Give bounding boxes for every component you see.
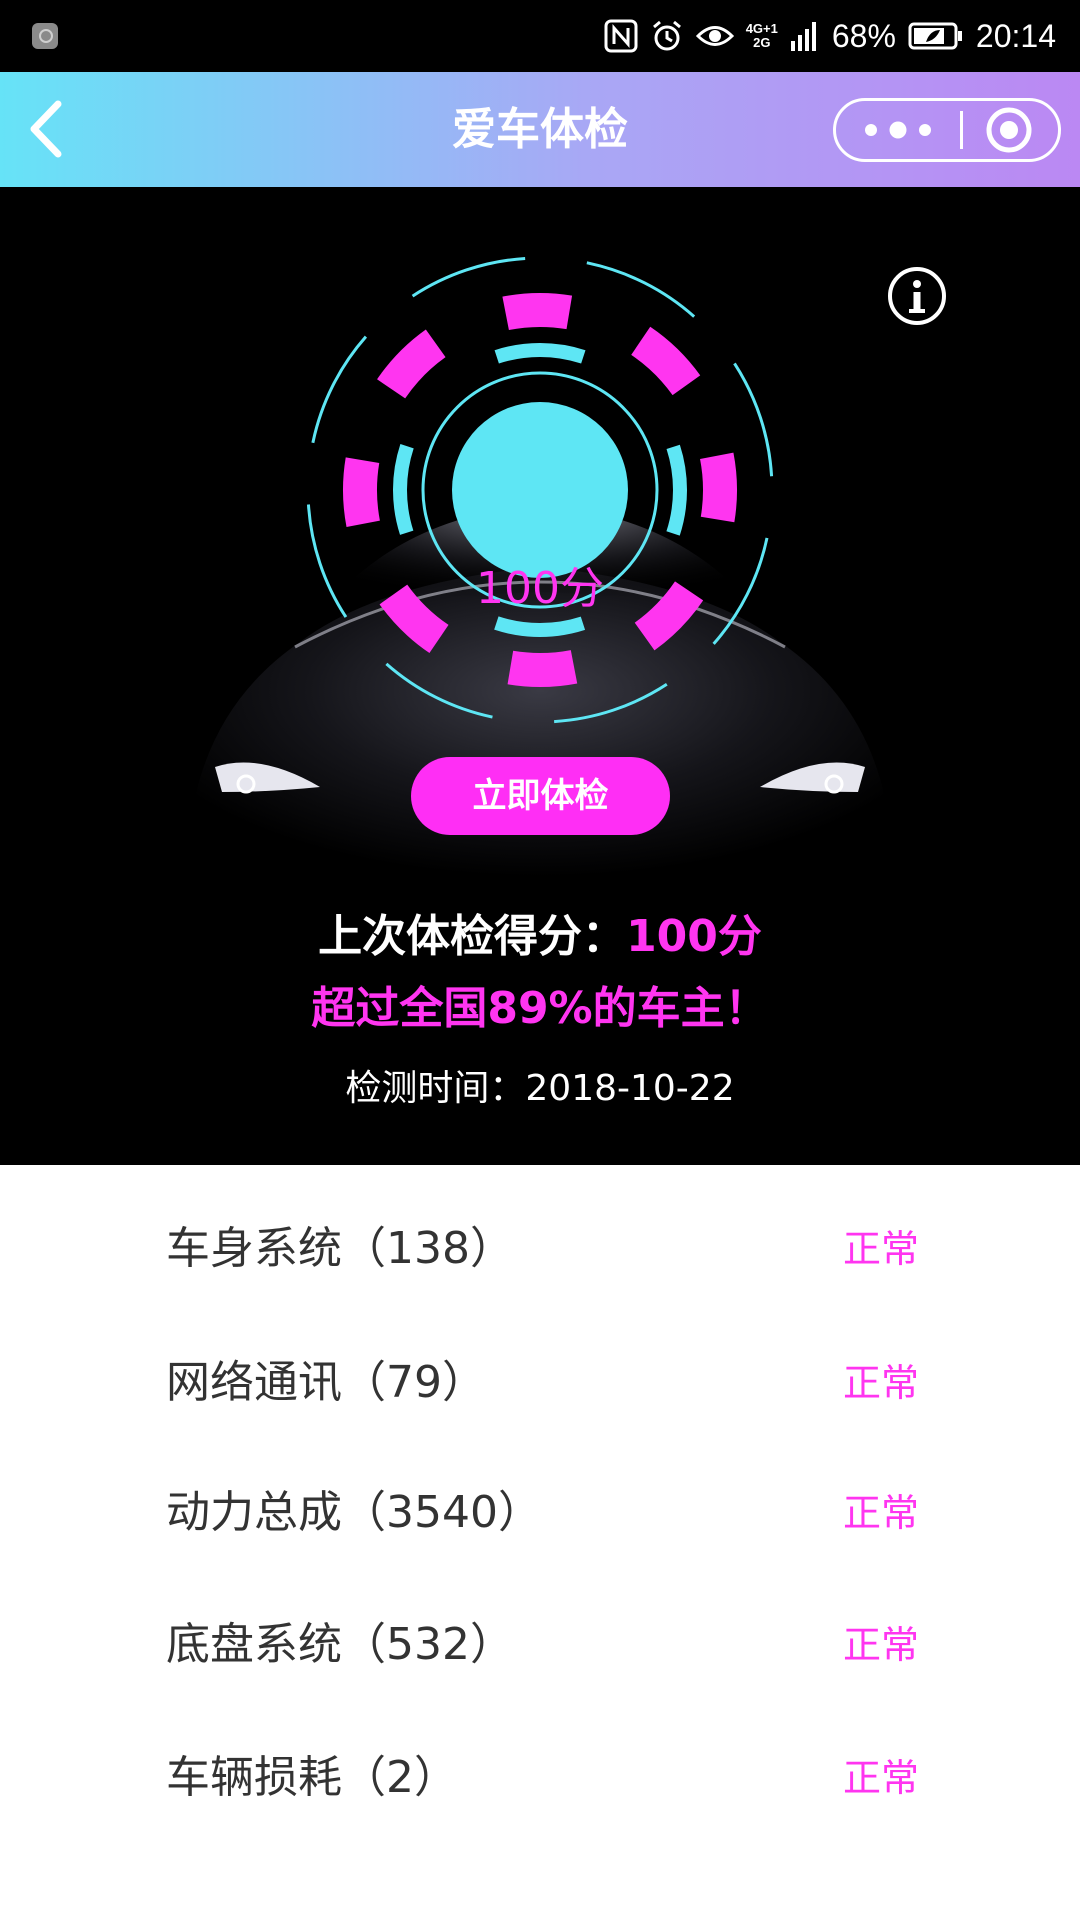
score-badge: 100分 [476, 563, 604, 614]
nav-bar: 爱车体检 [0, 72, 1080, 187]
last-score: 上次体检得分：100分 [0, 909, 1080, 965]
status-bar: 4G+1 2G 68% 20:14 [0, 0, 1080, 72]
app-badge-icon [32, 23, 58, 49]
signal-icon [790, 22, 816, 51]
list-item[interactable]: 动力总成（3540） 正常 [0, 1458, 1080, 1568]
clock: 20:14 [975, 17, 1056, 54]
eye-icon [695, 26, 734, 46]
item-status: 正常 [843, 1623, 920, 1667]
back-button[interactable] [18, 94, 88, 164]
item-label: 动力总成（3540） [166, 1487, 542, 1538]
battery-percent: 68% [831, 17, 896, 54]
info-icon [888, 267, 946, 325]
capsule-divider [960, 111, 963, 149]
check-time: 检测时间：2018-10-22 [345, 1068, 735, 1109]
back-arrow-icon [30, 100, 62, 158]
item-status: 正常 [843, 1756, 920, 1800]
list-item[interactable]: 车身系统（138） 正常 [0, 1194, 1080, 1304]
nfc-icon [604, 19, 638, 53]
more-button[interactable] [836, 101, 961, 159]
system-items-list: 车身系统（138） 正常 网络通讯（79） 正常 动力总成（3540） 正常 底… [0, 1165, 1080, 1920]
item-status: 正常 [843, 1361, 920, 1405]
item-status: 正常 [843, 1227, 920, 1271]
rank-text: 超过全国89%的车主！ [311, 983, 769, 1034]
info-button[interactable] [886, 265, 948, 327]
item-label: 车身系统（138） [166, 1223, 514, 1274]
hero-section: 100分 立即体检 上次体检得分：100分 超过全国89%的车主！ 检测时间：2… [0, 187, 1080, 1165]
close-button[interactable] [964, 101, 1058, 159]
network-type: 4G+1 2G [745, 21, 778, 50]
status-icons: 4G+1 2G 68% 20:14 [604, 0, 1056, 72]
list-item[interactable]: 车辆损耗（2） 正常 [0, 1723, 1080, 1833]
item-label: 车辆损耗（2） [166, 1752, 458, 1803]
battery-icon [908, 22, 962, 50]
start-check-button[interactable]: 立即体检 [411, 757, 670, 835]
more-dots-icon [865, 121, 931, 139]
item-status: 正常 [843, 1491, 920, 1535]
item-label: 底盘系统（532） [166, 1619, 514, 1670]
alarm-icon [652, 20, 681, 51]
item-label: 网络通讯（79） [166, 1357, 486, 1408]
close-target-icon [986, 107, 1032, 153]
last-score-label: 上次体检得分： [318, 911, 627, 962]
last-score-value: 100分 [626, 911, 762, 962]
mini-program-capsule [833, 98, 1061, 162]
list-item[interactable]: 底盘系统（532） 正常 [0, 1590, 1080, 1700]
list-item[interactable]: 网络通讯（79） 正常 [0, 1328, 1080, 1438]
